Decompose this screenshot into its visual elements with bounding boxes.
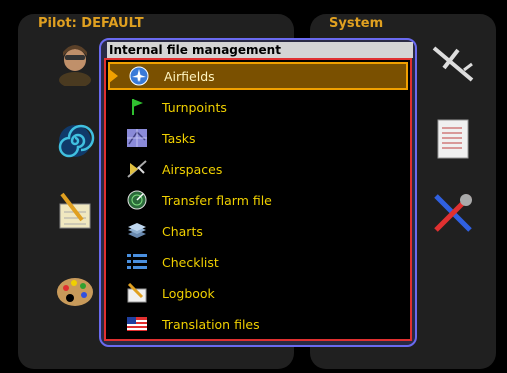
file-type-list[interactable]: Airfields Turnpoints Tasks Airspaces Tra…: [104, 58, 412, 341]
list-item-label: Transfer flarm file: [162, 192, 272, 208]
selection-arrow-icon: [109, 69, 118, 83]
layers-icon: [126, 220, 148, 242]
list-item-label: Checklist: [162, 254, 219, 270]
list-item-label: Logbook: [162, 285, 215, 301]
list-icon: [126, 251, 148, 273]
palette-icon[interactable]: [52, 268, 98, 314]
tools-icon[interactable]: [430, 190, 476, 236]
airspace-icon: [126, 158, 148, 180]
list-item-charts[interactable]: Charts: [108, 217, 408, 245]
list-item-airspaces[interactable]: Airspaces: [108, 155, 408, 183]
task-icon: [126, 127, 148, 149]
document-icon[interactable]: [432, 116, 478, 162]
list-item-label: Translation files: [162, 316, 260, 332]
list-item-translation-files[interactable]: Translation files: [108, 310, 408, 338]
list-item-turnpoints[interactable]: Turnpoints: [108, 93, 408, 121]
list-item-label: Airspaces: [162, 161, 223, 177]
list-item-logbook[interactable]: Logbook: [108, 279, 408, 307]
dialog-title: Internal file management: [107, 42, 413, 58]
spiral-icon[interactable]: [52, 118, 98, 164]
list-item-label: Tasks: [162, 130, 196, 146]
logbook-icon: [126, 282, 148, 304]
flag-usa-icon: [126, 313, 148, 335]
flarm-radar-icon: [126, 189, 148, 211]
list-item-tasks[interactable]: Tasks: [108, 124, 408, 152]
glider-icon[interactable]: [430, 40, 476, 86]
list-item-label: Airfields: [164, 68, 215, 84]
flag-icon: [126, 96, 148, 118]
notepad-pencil-icon[interactable]: [52, 190, 98, 236]
list-item-label: Turnpoints: [162, 99, 227, 115]
pilot-avatar-icon[interactable]: [52, 40, 98, 88]
list-item-transfer-flarm[interactable]: Transfer flarm file: [108, 186, 408, 214]
pilot-panel-title: Pilot: DEFAULT: [38, 16, 144, 31]
list-item-checklist[interactable]: Checklist: [108, 248, 408, 276]
list-item-label: Charts: [162, 223, 203, 239]
list-item-airfields[interactable]: Airfields: [108, 62, 408, 90]
airplane-icon: [128, 65, 150, 87]
system-panel-title: System: [329, 16, 384, 31]
